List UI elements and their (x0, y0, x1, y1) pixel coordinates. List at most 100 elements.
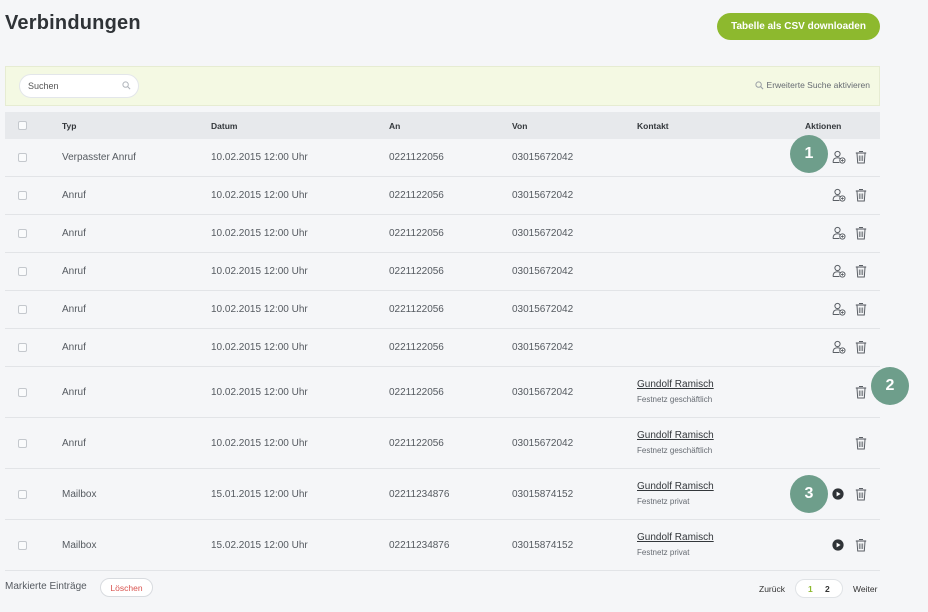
cell-datum: 10.02.2015 12:00 Uhr (211, 342, 308, 353)
play-icon[interactable] (832, 538, 844, 556)
search-icon[interactable] (122, 81, 131, 90)
trash-icon[interactable] (855, 150, 867, 169)
cell-typ: Anruf (62, 266, 86, 277)
table-row[interactable]: Anruf 10.02.2015 12:00 Uhr 0221122056 03015… (5, 215, 880, 253)
cell-typ: Anruf (62, 228, 86, 239)
row-checkbox[interactable] (18, 439, 27, 448)
trash-icon[interactable] (855, 264, 867, 283)
cell-von: 03015672042 (512, 190, 574, 201)
table-row[interactable]: Verpasster Anruf 10.02.2015 12:00 Uhr 0221… (5, 139, 880, 177)
contact-link[interactable]: Gundolf Ramisch (637, 379, 714, 390)
search-icon (754, 80, 764, 89)
header-von[interactable]: Von (512, 121, 527, 131)
pager-next[interactable]: Weiter (853, 584, 877, 594)
header-typ[interactable]: Typ (62, 121, 76, 131)
cell-von: 03015672042 (512, 438, 574, 449)
cell-datum: 15.01.2015 12:00 Uhr (211, 489, 308, 500)
header-datum[interactable]: Datum (211, 121, 237, 131)
cell-von: 03015672042 (512, 266, 574, 277)
trash-icon[interactable] (855, 538, 867, 557)
contact-type: Festnetz geschäftlich (637, 395, 713, 404)
cell-typ: Anruf (62, 190, 86, 201)
advanced-search-label: Erweiterte Suche aktivieren (766, 80, 870, 90)
search-box (19, 74, 139, 98)
contact-link[interactable]: Gundolf Ramisch (637, 532, 714, 543)
cell-datum: 10.02.2015 12:00 Uhr (211, 438, 308, 449)
add-contact-icon[interactable] (832, 340, 846, 359)
header-kontakt[interactable]: Kontakt (637, 121, 669, 131)
row-checkbox[interactable] (18, 541, 27, 550)
cell-an: 02211234876 (389, 540, 450, 551)
trash-icon[interactable] (855, 385, 867, 404)
cell-datum: 10.02.2015 12:00 Uhr (211, 266, 308, 277)
cell-von: 03015672042 (512, 387, 574, 398)
trash-icon[interactable] (855, 188, 867, 207)
contact-type: Festnetz privat (637, 548, 690, 557)
add-contact-icon[interactable] (832, 150, 846, 169)
add-contact-icon[interactable] (832, 188, 846, 207)
cell-von: 03015874152 (512, 540, 574, 551)
delete-selected-button[interactable]: Löschen (100, 578, 153, 597)
contact-link[interactable]: Gundolf Ramisch (637, 481, 714, 492)
cell-von: 03015874152 (512, 489, 574, 500)
contact-type: Festnetz geschäftlich (637, 446, 713, 455)
page-1[interactable]: 1 (808, 584, 813, 594)
callout-badge-1: 1 (790, 135, 828, 173)
row-checkbox[interactable] (18, 191, 27, 200)
table-row[interactable]: Anruf 10.02.2015 12:00 Uhr 0221122056 03015… (5, 291, 880, 329)
cell-von: 03015672042 (512, 228, 574, 239)
trash-icon[interactable] (855, 340, 867, 359)
table-row[interactable]: Mailbox 15.01.2015 12:00 Uhr 02211234876 03… (5, 469, 880, 520)
table-header: Typ Datum An Von Kontakt Aktionen (5, 112, 880, 139)
row-checkbox[interactable] (18, 267, 27, 276)
search-bar: Erweiterte Suche aktivieren (5, 66, 880, 106)
cell-an: 0221122056 (389, 304, 444, 315)
cell-datum: 10.02.2015 12:00 Uhr (211, 228, 308, 239)
search-input[interactable] (28, 79, 118, 93)
cell-an: 0221122056 (389, 387, 444, 398)
play-icon[interactable] (832, 487, 844, 505)
row-checkbox[interactable] (18, 490, 27, 499)
cell-datum: 10.02.2015 12:00 Uhr (211, 152, 308, 163)
cell-an: 0221122056 (389, 342, 444, 353)
cell-von: 03015672042 (512, 152, 574, 163)
cell-typ: Anruf (62, 342, 86, 353)
table-row[interactable]: Anruf 10.02.2015 12:00 Uhr 0221122056 03015… (5, 418, 880, 469)
cell-an: 0221122056 (389, 266, 444, 277)
page-2[interactable]: 2 (825, 584, 830, 594)
cell-an: 0221122056 (389, 190, 444, 201)
add-contact-icon[interactable] (832, 264, 846, 283)
row-checkbox[interactable] (18, 388, 27, 397)
header-an[interactable]: An (389, 121, 400, 131)
add-contact-icon[interactable] (832, 302, 846, 321)
row-checkbox[interactable] (18, 305, 27, 314)
trash-icon[interactable] (855, 226, 867, 245)
pager-back[interactable]: Zurück (759, 584, 785, 594)
cell-von: 03015672042 (512, 342, 574, 353)
page-title: Verbindungen (5, 12, 141, 34)
cell-an: 02211234876 (389, 489, 450, 500)
trash-icon[interactable] (855, 487, 867, 506)
table-row[interactable]: Anruf 10.02.2015 12:00 Uhr 0221122056 03015… (5, 253, 880, 291)
contact-link[interactable]: Gundolf Ramisch (637, 430, 714, 441)
cell-typ: Anruf (62, 387, 86, 398)
pager: 1 2 (795, 579, 843, 598)
add-contact-icon[interactable] (832, 226, 846, 245)
table-row[interactable]: Anruf 10.02.2015 12:00 Uhr 0221122056 03015… (5, 329, 880, 367)
cell-an: 0221122056 (389, 438, 444, 449)
cell-an: 0221122056 (389, 152, 444, 163)
trash-icon[interactable] (855, 436, 867, 455)
cell-datum: 15.02.2015 12:00 Uhr (211, 540, 308, 551)
row-checkbox[interactable] (18, 153, 27, 162)
row-checkbox[interactable] (18, 229, 27, 238)
table-row[interactable]: Anruf 10.02.2015 12:00 Uhr 0221122056 03015… (5, 177, 880, 215)
table-row[interactable]: Anruf 10.02.2015 12:00 Uhr 0221122056 03015… (5, 367, 880, 418)
cell-typ: Anruf (62, 304, 86, 315)
table-row[interactable]: Mailbox 15.02.2015 12:00 Uhr 02211234876 03… (5, 520, 880, 571)
row-checkbox[interactable] (18, 343, 27, 352)
cell-datum: 10.02.2015 12:00 Uhr (211, 304, 308, 315)
advanced-search-link[interactable]: Erweiterte Suche aktivieren (754, 80, 870, 90)
select-all-checkbox[interactable] (18, 121, 27, 130)
trash-icon[interactable] (855, 302, 867, 321)
csv-download-button[interactable]: Tabelle als CSV downloaden (717, 13, 880, 40)
